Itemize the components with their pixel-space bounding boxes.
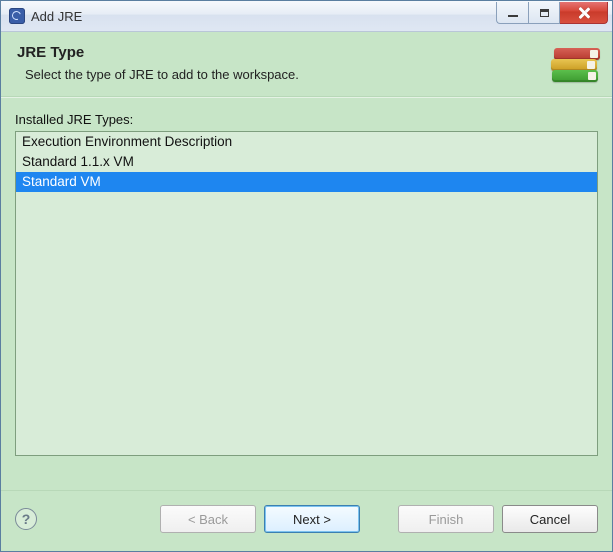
- title-bar: Add JRE: [1, 1, 612, 32]
- window-controls: [496, 2, 608, 24]
- finish-button[interactable]: Finish: [398, 505, 494, 533]
- close-button[interactable]: [560, 2, 608, 24]
- next-button[interactable]: Next >: [264, 505, 360, 533]
- page-title: JRE Type: [17, 44, 596, 61]
- back-button[interactable]: < Back: [160, 505, 256, 533]
- books-icon: [546, 38, 600, 92]
- minimize-button[interactable]: [496, 2, 528, 24]
- jre-types-list[interactable]: Execution Environment DescriptionStandar…: [15, 131, 598, 456]
- list-item[interactable]: Standard 1.1.x VM: [16, 152, 597, 172]
- list-label: Installed JRE Types:: [15, 112, 598, 127]
- list-item[interactable]: Execution Environment Description: [16, 132, 597, 152]
- wizard-footer: ? < Back Next > Finish Cancel: [1, 490, 612, 551]
- window-title: Add JRE: [31, 9, 82, 24]
- page-subtitle: Select the type of JRE to add to the wor…: [25, 67, 596, 82]
- list-item[interactable]: Standard VM: [16, 172, 597, 192]
- app-icon: [9, 8, 25, 24]
- help-icon[interactable]: ?: [15, 508, 37, 530]
- wizard-body: Installed JRE Types: Execution Environme…: [1, 97, 612, 464]
- maximize-button[interactable]: [528, 2, 560, 24]
- dialog-window: Add JRE JRE Type Select the type of JRE …: [0, 0, 613, 552]
- cancel-button[interactable]: Cancel: [502, 505, 598, 533]
- wizard-header: JRE Type Select the type of JRE to add t…: [1, 32, 612, 97]
